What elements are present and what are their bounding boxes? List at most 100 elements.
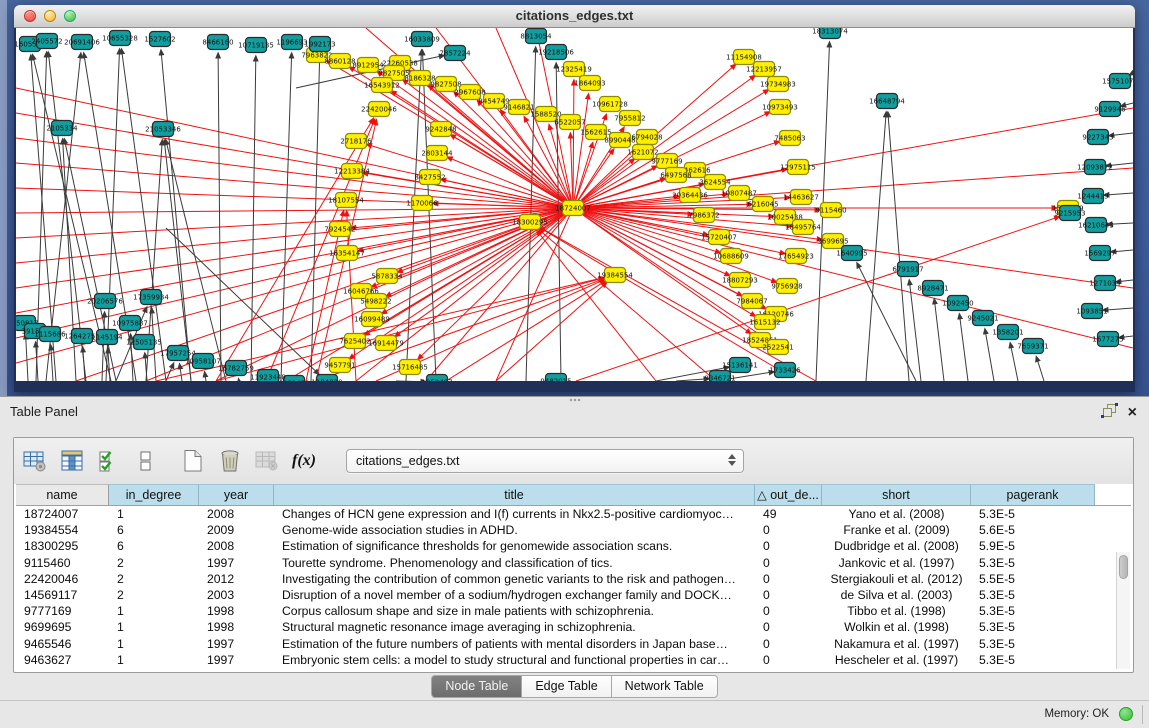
table-row[interactable]: 946362711997Embryonic stem cells: a mode… [16,652,1131,668]
table-cell[interactable]: Tibbo et al. (1998) [822,603,971,619]
table-cell[interactable]: Tourette syndrome. Phenomenology and cla… [274,555,755,571]
table-cell[interactable]: de Silva et al. (2003) [822,587,971,603]
table-cell[interactable]: 0 [755,619,822,635]
table-row[interactable]: 2242004622012Investigating the contribut… [16,571,1131,587]
table-cell[interactable]: 5.3E-5 [971,652,1095,668]
graph-edge[interactable] [537,231,656,381]
unselect-all-columns-icon[interactable] [133,448,159,474]
graph-edge[interactable] [538,229,716,381]
table-cell[interactable]: 1 [109,619,199,635]
table-cell[interactable]: 1 [109,603,199,619]
graph-edge[interactable] [959,314,968,381]
graph-edge[interactable] [16,208,573,263]
table-cell[interactable]: 6 [109,538,199,554]
scrollbar-thumb[interactable] [1119,555,1128,579]
graph-edge[interactable] [251,56,256,381]
graph-edge[interactable] [363,173,573,208]
graph-edge[interactable] [857,263,916,381]
table-cell[interactable]: Investigating the contribution of common… [274,571,755,587]
table-row[interactable]: 977716911998Corpus callosum shape and si… [16,603,1131,619]
close-window-button[interactable] [24,10,36,22]
graph-edge[interactable] [866,112,886,381]
table-cell[interactable]: 5.3E-5 [971,506,1095,522]
table-cell[interactable]: 5.5E-5 [971,571,1095,587]
delete-table-icon[interactable] [254,448,280,474]
table-cell[interactable]: 5.6E-5 [971,522,1095,538]
table-cell[interactable]: 1998 [199,619,274,635]
table-cell[interactable]: 9115460 [16,555,109,571]
table-cell[interactable]: Hescheler et al. (1997) [822,652,971,668]
table-cell[interactable]: 2012 [199,571,274,587]
table-row[interactable]: 1872400712008Changes of HCN gene express… [16,506,1131,522]
show-columns-icon[interactable] [59,448,85,474]
table-cell[interactable]: 2009 [199,522,274,538]
table-cell[interactable]: 5.9E-5 [971,538,1095,554]
table-cell[interactable]: 18300295 [16,538,109,554]
table-cell[interactable]: 6 [109,522,199,538]
new-column-icon[interactable] [180,448,206,474]
table-cell[interactable]: 9699695 [16,619,109,635]
graph-edge[interactable] [238,379,239,381]
table-cell[interactable]: 1998 [199,603,274,619]
column-header-short[interactable]: short [822,484,971,505]
table-cell[interactable]: 2 [109,555,199,571]
table-cell[interactable]: 1997 [199,636,274,652]
tab-network-table[interactable]: Network Table [612,675,718,698]
graph-edge[interactable] [985,329,994,381]
table-cell[interactable]: 0 [755,652,822,668]
column-header-pagerank[interactable]: pagerank [971,484,1095,505]
table-cell[interactable]: 0 [755,587,822,603]
table-cell[interactable]: 1 [109,506,199,522]
graph-edge[interactable] [934,299,944,381]
table-cell[interactable]: 2 [109,571,199,587]
table-cell[interactable]: 1997 [199,555,274,571]
graph-edge[interactable] [16,163,573,208]
table-cell[interactable]: 0 [755,603,822,619]
table-cell[interactable]: 2008 [199,506,274,522]
table-cell[interactable]: Jankovic et al. (1997) [822,555,971,571]
table-cell[interactable]: Estimation of the future numbers of pati… [274,636,755,652]
graph-edge[interactable] [16,208,573,338]
window-titlebar[interactable]: citations_edges.txt [14,5,1135,28]
table-cell[interactable]: 0 [755,538,822,554]
table-cell[interactable]: 5.3E-5 [971,587,1095,603]
delete-columns-icon[interactable] [217,448,243,474]
table-cell[interactable]: 0 [755,555,822,571]
table-cell[interactable]: 1 [109,652,199,668]
table-vertical-scrollbar[interactable] [1116,552,1130,669]
table-row[interactable]: 1938455462009Genome-wide association stu… [16,522,1131,538]
table-cell[interactable]: Estimation of significance thresholds fo… [274,538,755,554]
table-cell[interactable]: Changes of HCN gene expression and I(f) … [274,506,755,522]
table-cell[interactable]: Corpus callosum shape and size in male p… [274,603,755,619]
table-cell[interactable]: 2008 [199,538,274,554]
network-view-window[interactable]: citations_edges.txt 18724007796382288601… [14,5,1135,392]
table-cell[interactable]: 19384554 [16,522,109,538]
select-all-columns-icon[interactable] [96,448,122,474]
table-cell[interactable]: Structural magnetic resonance image aver… [274,619,755,635]
table-cell[interactable]: 2 [109,587,199,603]
tab-node-table[interactable]: Node Table [431,675,522,698]
table-cell[interactable]: Stergiakouli et al. (2012) [822,571,971,587]
graph-edge[interactable] [161,50,191,381]
graph-edge[interactable] [205,372,206,381]
panel-splitter-handle[interactable] [569,398,581,402]
graph-edge[interactable] [367,144,573,208]
column-header-title[interactable]: title [274,484,755,505]
graph-edge[interactable] [573,94,589,208]
table-cell[interactable]: 9465546 [16,636,109,652]
graph-edge[interactable] [395,208,573,337]
tab-edge-table[interactable]: Edge Table [522,675,611,698]
graph-edge[interactable] [83,347,85,381]
graph-edge[interactable] [573,75,755,208]
table-row[interactable]: 946554611997Estimation of the future num… [16,636,1131,652]
table-cell[interactable]: Disruption of a novel member of a sodium… [274,587,755,603]
table-cell[interactable]: 49 [755,506,822,522]
table-row[interactable]: 969969511998Structural magnetic resonanc… [16,619,1131,635]
table-cell[interactable]: Nakamura et al. (1997) [822,636,971,652]
graph-edge[interactable] [573,208,1133,348]
minimize-window-button[interactable] [44,10,56,22]
table-cell[interactable]: Genome-wide association studies in ADHD. [274,522,755,538]
table-cell[interactable]: 2003 [199,587,274,603]
graph-edge[interactable] [573,168,1133,208]
table-cell[interactable]: 0 [755,522,822,538]
